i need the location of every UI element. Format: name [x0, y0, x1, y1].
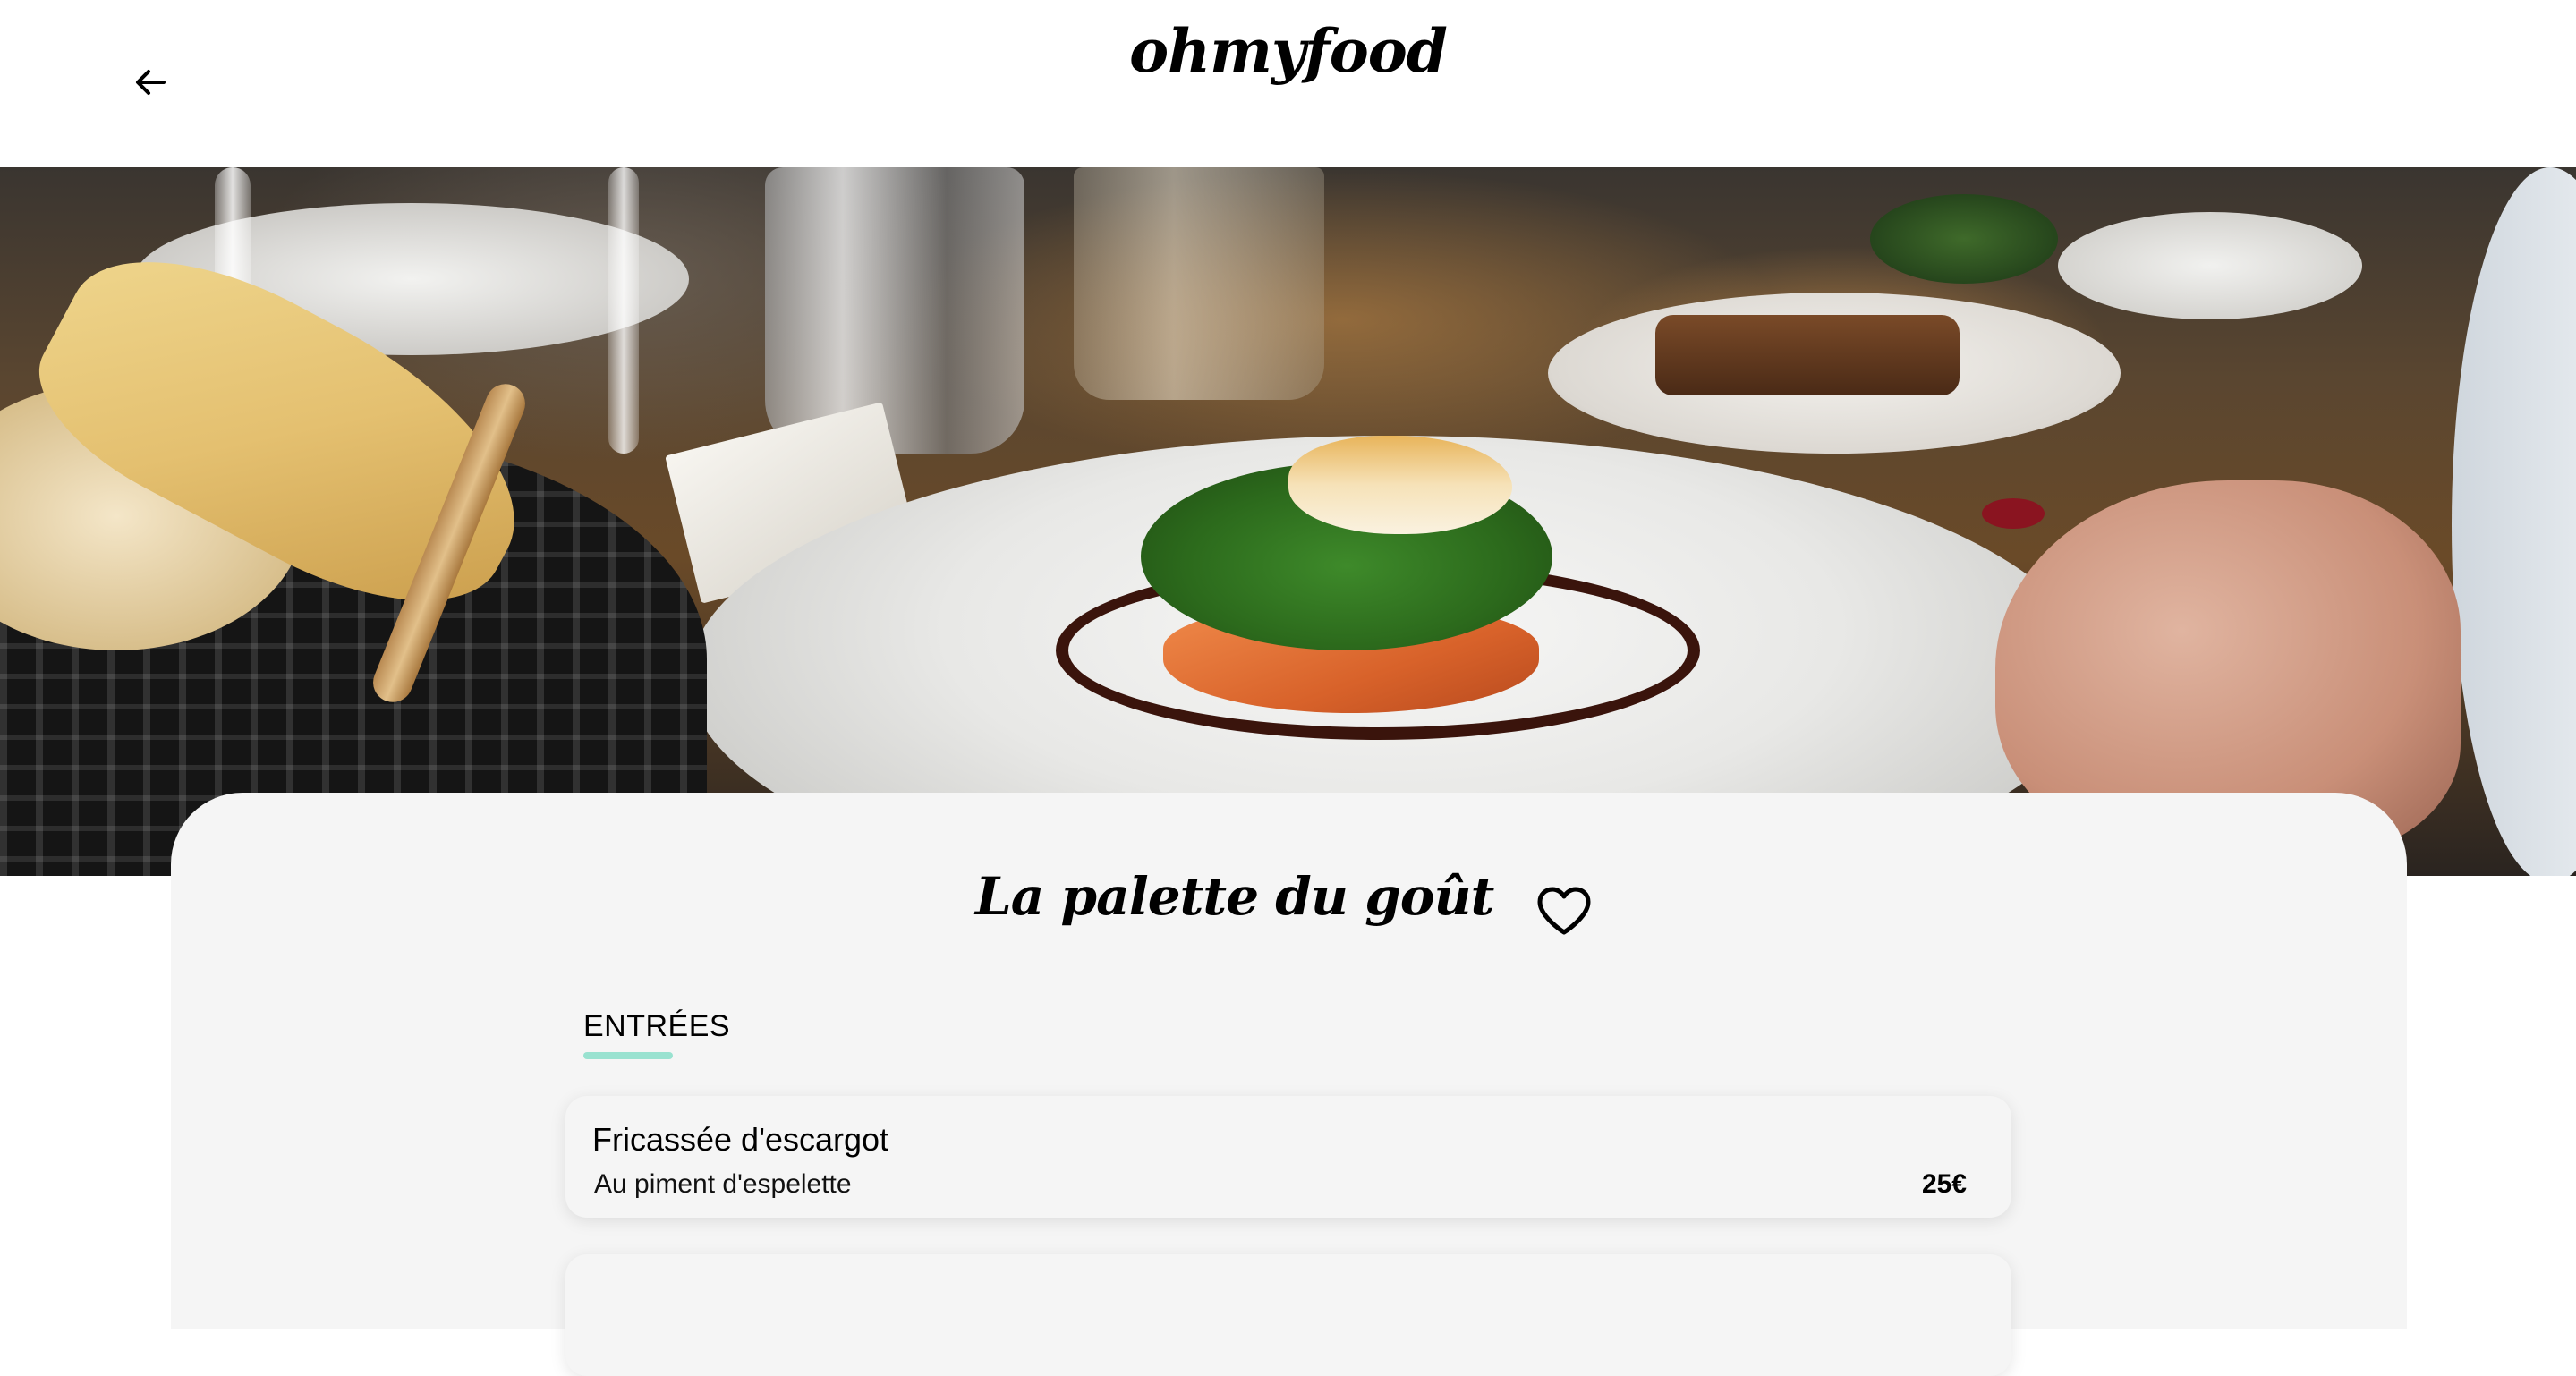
header: ohmyfood [0, 0, 2576, 167]
heart-outline-icon [1537, 887, 1591, 935]
background-plate [2058, 212, 2362, 319]
favorite-button[interactable] [1536, 886, 1592, 936]
background-dish [1655, 315, 1960, 395]
menu-item[interactable]: Fricassée d'escargot Au piment d'espelet… [565, 1096, 2011, 1218]
menu-item-name: Fricassée d'escargot [592, 1121, 889, 1158]
waiter-sleeve [2452, 167, 2576, 876]
fish-fillet [1288, 436, 1512, 534]
fingernail [1982, 498, 2045, 529]
section-title-entrees: ENTRÉES [583, 1009, 731, 1043]
logo[interactable]: ohmyfood [0, 16, 2576, 86]
menu-item-price: 25€ [1921, 1169, 1967, 1199]
wine-glass-stem [608, 167, 639, 454]
water-glass [765, 167, 1024, 454]
menu-item-description: Au piment d'espelette [594, 1169, 852, 1199]
section-underline [583, 1052, 673, 1059]
background-dish [1870, 194, 2058, 284]
hero-image [0, 167, 2576, 876]
menu-item[interactable] [565, 1254, 2011, 1376]
water-glass [1074, 167, 1324, 400]
restaurant-name: La palette du goût [975, 866, 1494, 927]
